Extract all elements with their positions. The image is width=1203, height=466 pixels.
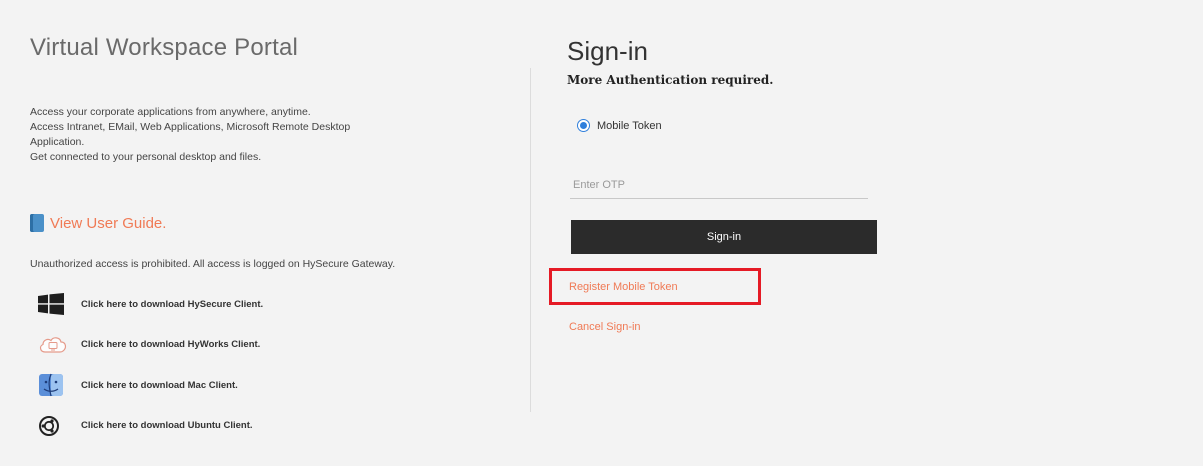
- mobile-token-radio[interactable]: [577, 119, 590, 132]
- panel-divider: [530, 68, 531, 412]
- description-line: Access your corporate applications from …: [30, 106, 311, 118]
- register-mobile-token-link[interactable]: Register Mobile Token: [569, 281, 678, 293]
- description-line: Get connected to your personal desktop a…: [30, 151, 262, 163]
- ubuntu-icon: [38, 415, 72, 436]
- download-hyworks-client[interactable]: Click here to download HyWorks Client.: [38, 335, 263, 355]
- otp-input[interactable]: [570, 171, 868, 199]
- download-label: Click here to download Mac Client.: [81, 379, 238, 391]
- download-ubuntu-client[interactable]: Click here to download Ubuntu Client.: [38, 415, 263, 436]
- signin-button[interactable]: Sign-in: [571, 220, 877, 254]
- user-guide: View User Guide.: [30, 214, 166, 232]
- description-line: Application.: [30, 136, 85, 148]
- cloud-icon: [38, 335, 72, 355]
- view-user-guide-link[interactable]: View User Guide.: [50, 215, 166, 232]
- mac-finder-icon: [38, 373, 72, 397]
- download-label: Click here to download HySecure Client.: [81, 298, 264, 310]
- download-label: Click here to download HyWorks Client.: [81, 339, 261, 350]
- access-notice: Unauthorized access is prohibited. All a…: [30, 258, 396, 270]
- download-mac-client[interactable]: Click here to download Mac Client.: [38, 373, 263, 397]
- download-hysecure-client[interactable]: Click here to download HySecure Client.: [38, 293, 264, 315]
- book-icon: [30, 214, 44, 232]
- download-label: Click here to download Ubuntu Client.: [81, 420, 253, 431]
- download-list: Click here to download HySecure Client. …: [38, 293, 264, 456]
- login-page: Virtual Workspace Portal Access your cor…: [0, 0, 1203, 466]
- signin-title: Sign-in: [567, 36, 648, 66]
- portal-title: Virtual Workspace Portal: [30, 34, 299, 61]
- description-line: Access Intranet, EMail, Web Applications…: [30, 121, 351, 133]
- mobile-token-label: Mobile Token: [597, 119, 662, 132]
- mobile-token-option[interactable]: Mobile Token: [577, 119, 662, 132]
- auth-required-text: More Authentication required.: [567, 73, 774, 87]
- windows-icon: [38, 293, 72, 315]
- portal-description: Access your corporate applications from …: [30, 105, 490, 165]
- cancel-signin-link[interactable]: Cancel Sign-in: [569, 321, 641, 333]
